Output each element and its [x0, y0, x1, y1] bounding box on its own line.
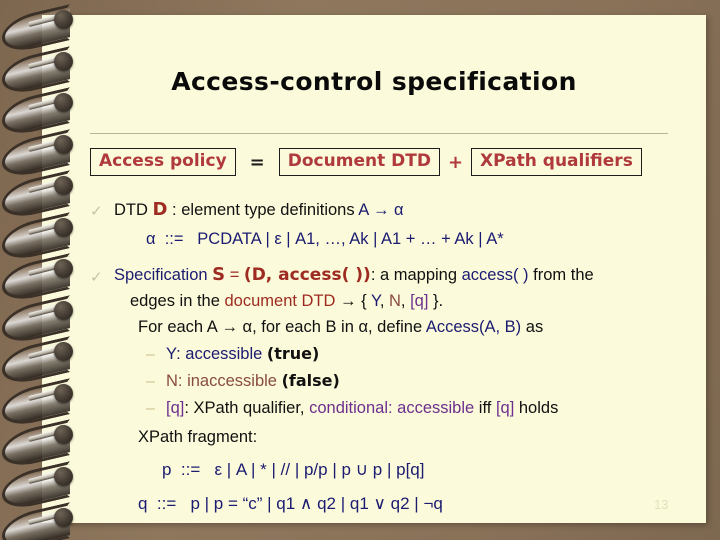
- dash-bullet-q: –: [146, 400, 155, 417]
- dash-bullet-y: –: [146, 346, 155, 363]
- spec2-value-q: [q]: [410, 292, 429, 310]
- q-rule-alternatives: p | p = “c” | q1 ∧ q2 | q1 ∨ q2 | ¬q: [190, 494, 443, 513]
- alpha-assign: ::=: [164, 230, 184, 248]
- subbullet-q-rest: : XPath qualifier,: [184, 399, 310, 417]
- spec3-suffix: as: [521, 318, 544, 336]
- subbullet-y-line: Y: accessible (true): [166, 346, 319, 363]
- spec2-end: }.: [428, 292, 444, 310]
- spec-equals: =: [225, 266, 244, 284]
- alpha-rule-line: α ::= PCDATA | ε | A1, …, Ak | A1 + … + …: [146, 231, 504, 248]
- slide-page-number: 13: [654, 497, 669, 512]
- spec-tuple: (D, access( )): [243, 265, 371, 285]
- dtd-label: DTD: [114, 201, 148, 219]
- dtd-definition-line: DTD D : element type definitions A → α: [114, 201, 404, 219]
- box-access-policy: Access policy: [90, 147, 236, 177]
- spec2-prefix: edges in the: [130, 292, 225, 310]
- dtd-colon: :: [167, 201, 182, 219]
- spec3-access-fn: Access(A, B): [425, 318, 522, 336]
- box-xpath-qualifiers: XPath qualifiers: [471, 147, 642, 177]
- spec-symbol-s: S: [212, 264, 226, 285]
- alpha-lhs: α: [146, 230, 156, 248]
- equation-row: Access policy = Document DTD + XPath qua…: [90, 144, 690, 180]
- q-rule-assign: ::=: [156, 494, 177, 513]
- page-title: Access-control specification: [171, 67, 577, 96]
- slide-canvas: Access-control specification Access poli…: [0, 0, 720, 540]
- spec-tail-1: : a mapping: [370, 266, 462, 284]
- title-divider-rule: [90, 133, 668, 134]
- subbullet-q-conditional: conditional: accessible: [309, 399, 475, 417]
- operator-plus: +: [447, 151, 464, 173]
- spec2-value-n: N: [389, 292, 401, 310]
- spec2-sep-1: ,: [379, 292, 389, 310]
- operator-equals: =: [249, 151, 265, 173]
- slide-content: Access-control specification Access poli…: [42, 15, 706, 523]
- specification-line-2: edges in the document DTD → { Y, N, [q] …: [130, 293, 443, 310]
- p-rule-assign: ::=: [180, 460, 201, 479]
- dtd-production: A → α: [358, 201, 404, 219]
- check-bullet-dtd: ✓: [90, 202, 103, 220]
- spec3-prefix: For each A → α, for each B in α, define: [138, 318, 426, 336]
- subbullet-n-key: N: [166, 372, 178, 390]
- subbullet-q-tail: iff: [474, 399, 496, 417]
- subbullet-n-paren: (false): [281, 371, 340, 390]
- subbullet-q-line: [q]: XPath qualifier, conditional: acces…: [166, 400, 558, 417]
- specification-line-1: Specification S = (D, access( )): a mapp…: [114, 266, 594, 284]
- spec2-sep-2: ,: [400, 292, 411, 310]
- spec2-value-y: Y: [370, 292, 380, 310]
- subbullet-n-line: N: inaccessible (false): [166, 373, 340, 390]
- subbullet-q-tail-2: holds: [514, 399, 559, 417]
- p-rule-alternatives: ε | A | * | // | p/p | p ∪ p | p[q]: [214, 460, 425, 479]
- xpath-p-rule-line: p ::= ε | A | * | // | p/p | p ∪ p | p[q…: [162, 461, 424, 478]
- subbullet-q-key: [q]: [166, 399, 185, 417]
- subbullet-y-paren: (true): [266, 344, 320, 363]
- dash-bullet-n: –: [146, 373, 155, 390]
- spec-word: Specification: [114, 266, 213, 284]
- xpath-q-rule-line: q ::= p | p = “c” | q1 ∧ q2 | q1 ∨ q2 | …: [138, 495, 443, 512]
- spec-tail-2: from the: [528, 266, 594, 284]
- spec2-document-dtd: document DTD: [224, 292, 336, 310]
- dtd-text: element type definitions: [181, 201, 359, 219]
- specification-line-3: For each A → α, for each B in α, define …: [138, 319, 543, 336]
- box-document-dtd: Document DTD: [278, 147, 440, 177]
- subbullet-n-rest: : inaccessible: [177, 372, 282, 390]
- subbullet-y-key: Y: [166, 345, 177, 363]
- xpath-fragment-heading: XPath fragment:: [138, 428, 258, 446]
- spec-access-fn: access( ): [461, 266, 529, 284]
- subbullet-y-rest: : accessible: [176, 345, 267, 363]
- alpha-alternatives: PCDATA | ε | A1, …, Ak | A1 + … + Ak | A…: [197, 230, 504, 248]
- subbullet-q-key-2: [q]: [495, 399, 515, 417]
- check-bullet-specification: ✓: [90, 268, 103, 286]
- notebook-page: Access-control specification Access poli…: [42, 15, 706, 523]
- spec2-arrow: → {: [335, 292, 371, 310]
- dtd-symbol-d: D: [152, 199, 168, 220]
